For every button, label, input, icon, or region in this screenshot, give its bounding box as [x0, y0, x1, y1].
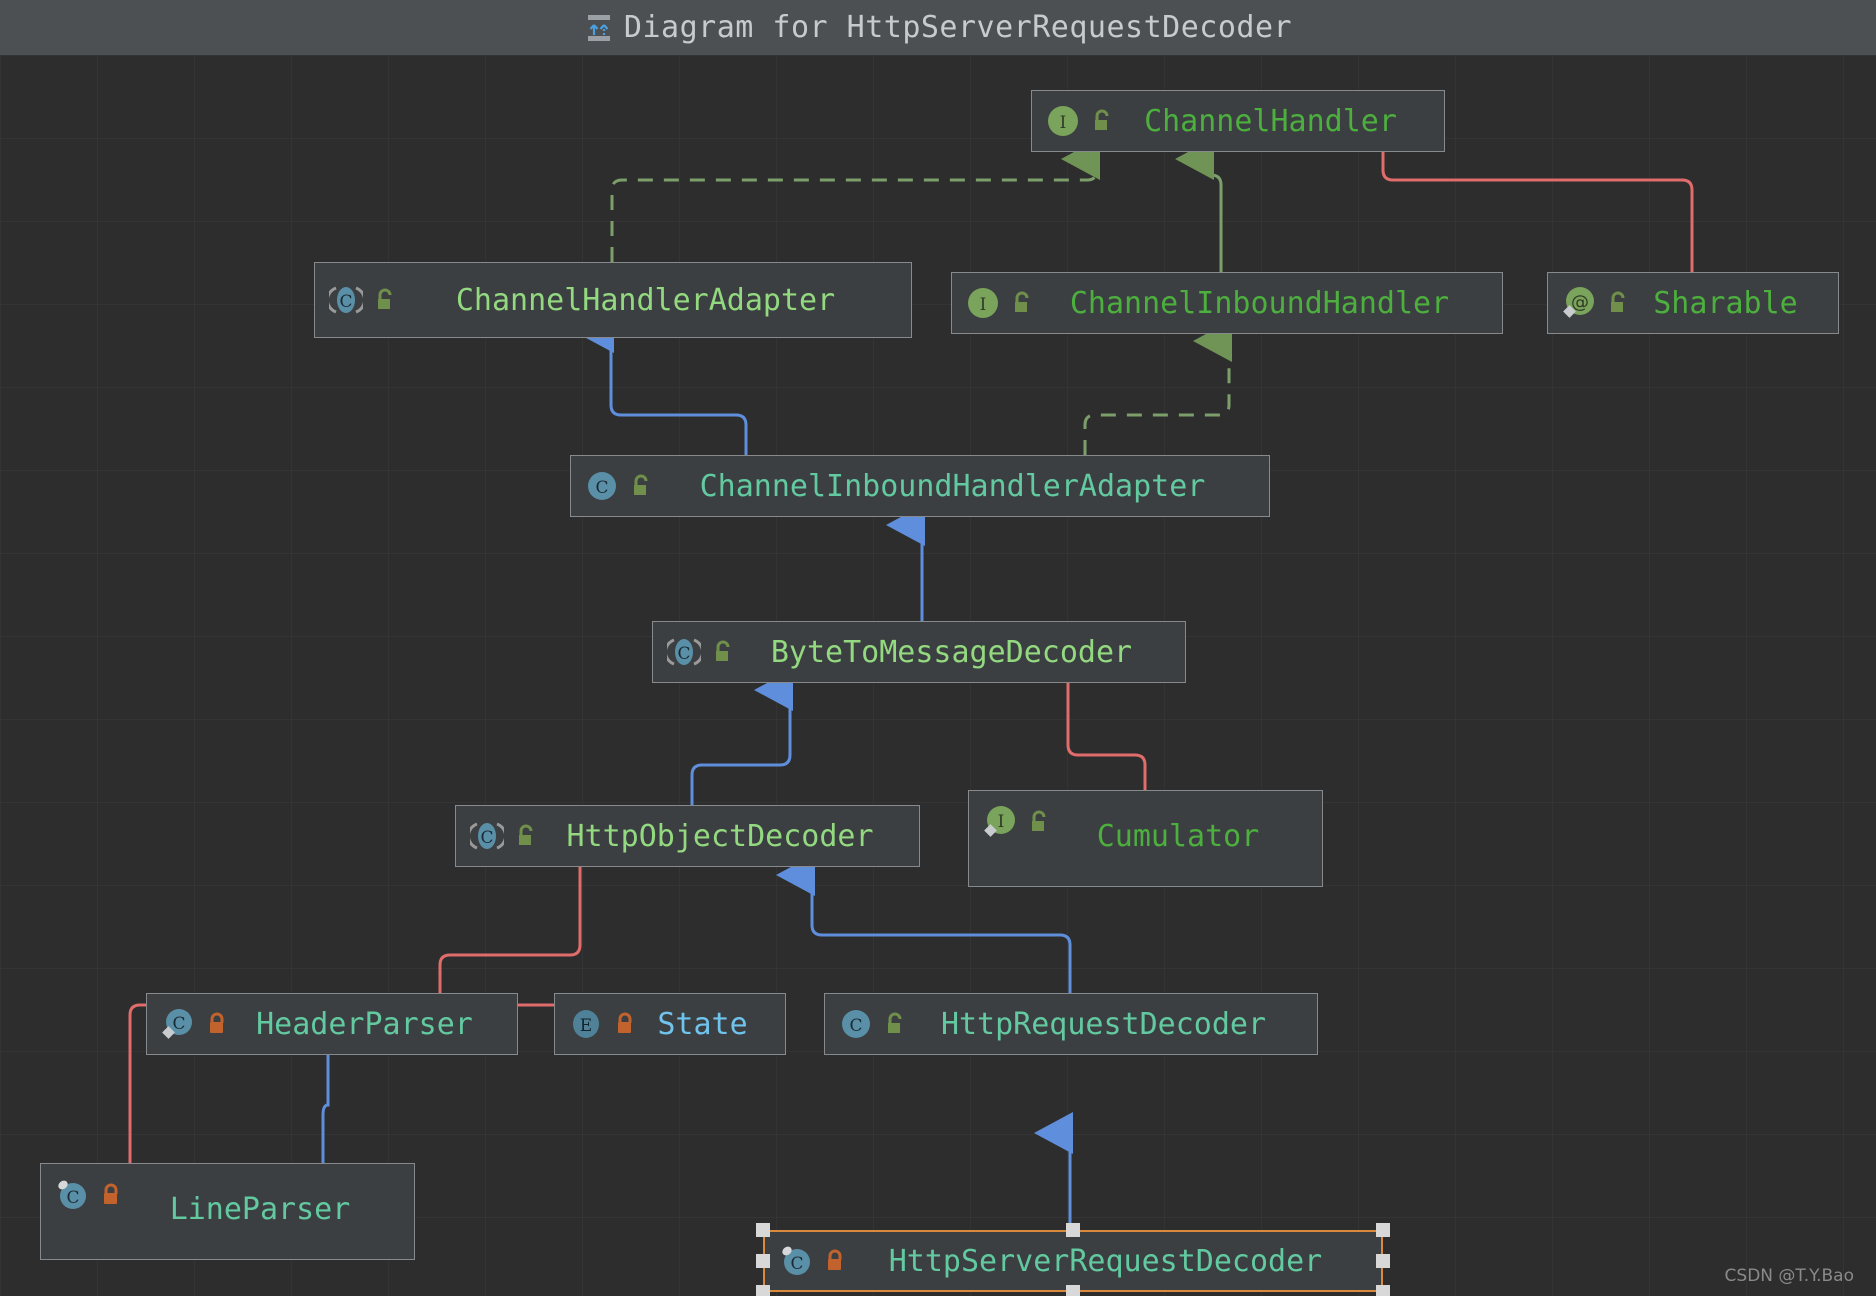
node-http-server-request-decoder[interactable]: C HttpServerRequestDecoder [763, 1230, 1383, 1292]
svg-text:C: C [480, 828, 493, 848]
edge-ciha-implements-cih [1083, 320, 1232, 455]
diagram-icon [584, 13, 614, 43]
svg-text:C: C [66, 1188, 79, 1208]
node-state[interactable]: E State [554, 993, 786, 1055]
node-channel-handler[interactable]: I ChannelHandler [1031, 90, 1445, 152]
edge-hod-inner-tree [438, 867, 582, 995]
node-label: Cumulator [1096, 819, 1260, 854]
abstract-class-icon: C [470, 819, 504, 853]
interface-icon: I [983, 805, 1017, 839]
edge-hrd-extends-hod [776, 854, 1072, 993]
edge-hod-extends-btmd [690, 669, 793, 805]
svg-text:C: C [849, 1016, 862, 1036]
selection-handle-middle-left[interactable] [756, 1254, 770, 1268]
annotation-icon: @ [1562, 286, 1596, 320]
diagram-canvas[interactable]: ChannelHandler (solid green) --> Sharabl… [0, 55, 1876, 1296]
node-label: HttpServerRequestDecoder [888, 1243, 1323, 1279]
unlock-icon [628, 473, 654, 499]
svg-text:C: C [339, 292, 352, 312]
lock-icon [98, 1182, 124, 1208]
lock-icon [204, 1011, 230, 1037]
node-channel-handler-adapter[interactable]: C ChannelHandlerAdapter [314, 262, 912, 338]
unlock-icon [1089, 108, 1115, 134]
selection-handle-top-right[interactable] [1376, 1223, 1390, 1237]
interface-icon: I [966, 286, 1000, 320]
node-label: HttpObjectDecoder [566, 818, 874, 854]
svg-text:C: C [172, 1014, 185, 1034]
node-label: ChannelInboundHandlerAdapter [699, 468, 1206, 504]
window-title-bar: Diagram for HttpServerRequestDecoder [0, 0, 1876, 55]
selection-handle-top-left[interactable] [756, 1223, 770, 1237]
node-label: LineParser [169, 1192, 351, 1227]
node-line-parser[interactable]: C LineParser [40, 1163, 415, 1260]
node-label: HeaderParser [256, 1006, 473, 1042]
unlock-icon [513, 823, 539, 849]
node-label: Sharable [1653, 285, 1798, 321]
class-icon: C [55, 1178, 89, 1212]
node-channel-inbound-handler[interactable]: I ChannelInboundHandler [951, 272, 1503, 334]
node-sharable[interactable]: @ Sharable [1547, 272, 1839, 334]
enum-icon: E [569, 1007, 603, 1041]
selection-handle-middle-right[interactable] [1376, 1254, 1390, 1268]
edge-inbound-extends-handler [1175, 138, 1223, 272]
csdn-watermark: CSDN @T.Y.Bao [1724, 1266, 1854, 1286]
node-label: ChannelHandler [1144, 103, 1397, 139]
class-icon: C [585, 469, 619, 503]
svg-text:C: C [790, 1254, 803, 1274]
class-icon: C [161, 1007, 195, 1041]
lock-icon [822, 1248, 848, 1274]
unlock-icon [372, 287, 398, 313]
node-byte-to-message-decoder[interactable]: C ByteToMessageDecoder [652, 621, 1186, 683]
node-label: HttpRequestDecoder [940, 1006, 1267, 1042]
node-header-parser[interactable]: C HeaderParser [146, 993, 518, 1055]
class-icon: C [839, 1007, 873, 1041]
edge-ciha-extends-cha [575, 311, 748, 455]
selection-handle-bottom-right[interactable] [1376, 1285, 1390, 1296]
svg-text:I: I [998, 812, 1005, 832]
selection-handle-bottom-left[interactable] [756, 1285, 770, 1296]
node-http-object-decoder[interactable]: C HttpObjectDecoder [455, 805, 920, 867]
abstract-class-icon: C [329, 283, 363, 317]
node-channel-inbound-handler-adapter[interactable]: C ChannelInboundHandlerAdapter [570, 455, 1270, 517]
node-label: ChannelHandlerAdapter [455, 282, 836, 318]
svg-text:E: E [580, 1016, 592, 1036]
node-http-request-decoder[interactable]: C HttpRequestDecoder [824, 993, 1318, 1055]
edge-adapter-implements-handler [610, 138, 1100, 262]
unlock-icon [710, 639, 736, 665]
node-label: ByteToMessageDecoder [770, 634, 1133, 670]
selection-handle-bottom-center[interactable] [1066, 1285, 1080, 1296]
class-icon: C [779, 1244, 813, 1278]
abstract-class-icon: C [667, 635, 701, 669]
node-label: ChannelInboundHandler [1069, 285, 1450, 321]
selection-handle-top-center[interactable] [1066, 1223, 1080, 1237]
unlock-icon [1605, 290, 1631, 316]
node-label: State [657, 1006, 748, 1042]
node-cumulator[interactable]: I Cumulator [968, 790, 1323, 887]
svg-text:I: I [1060, 113, 1067, 133]
unlock-icon [1026, 809, 1052, 835]
page-title: Diagram for HttpServerRequestDecoder [623, 10, 1293, 45]
interface-icon: I [1046, 104, 1080, 138]
svg-text:C: C [595, 478, 608, 498]
lock-icon [612, 1011, 638, 1037]
unlock-icon [882, 1011, 908, 1037]
svg-text:I: I [980, 295, 987, 315]
unlock-icon [1009, 290, 1035, 316]
svg-text:C: C [677, 644, 690, 664]
